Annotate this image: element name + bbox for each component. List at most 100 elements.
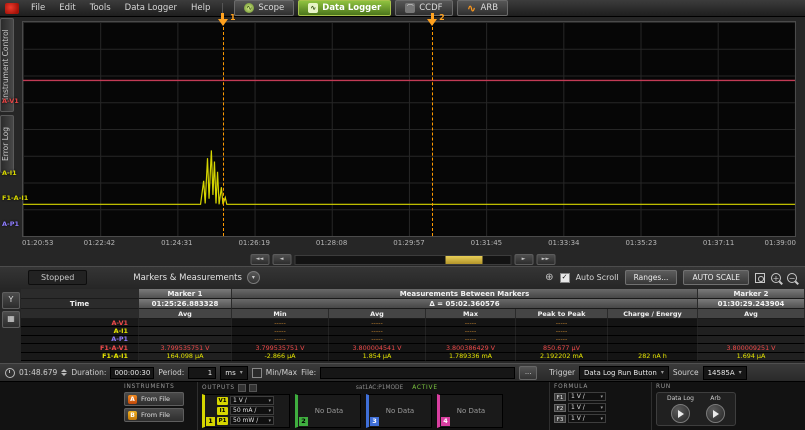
grid-view-button[interactable]: ▦: [2, 311, 20, 328]
zoom-out-button[interactable]: −: [787, 273, 797, 283]
file-input[interactable]: [320, 367, 515, 379]
sidebar-tab-error-log[interactable]: Error Log: [0, 115, 14, 173]
scroll-fast-forward-button[interactable]: ►►: [536, 254, 555, 265]
cell-f1-a-v1-max: 3.800386429 V: [426, 344, 516, 352]
marker-2-flag[interactable]: [427, 13, 437, 26]
auto-scroll-checkbox[interactable]: ✓: [560, 273, 570, 283]
marker2-title: Marker 2: [698, 289, 805, 299]
trace-label-a-v1[interactable]: A-V1: [2, 97, 19, 105]
cell-f1-a-i1-ce: 282 nA h: [608, 353, 698, 361]
channel-1-card[interactable]: 1 V1 1 V / ▾ I1 50 mA / ▾: [202, 394, 290, 428]
f3-range-dropdown[interactable]: 1 V / ▾: [568, 414, 606, 423]
arb-play-button[interactable]: [706, 404, 725, 423]
source-value: 14585A: [708, 369, 735, 377]
row-label-a-p1: A-P1: [21, 336, 139, 344]
formula-section: FORMULA F1 1 V / ▾ F2 1 V / ▾: [550, 382, 652, 430]
zoom-in-button[interactable]: +: [771, 273, 781, 283]
x-axis-label: 01:28:08: [316, 239, 347, 247]
outputs-view-button-1[interactable]: [238, 384, 246, 392]
cell-f1-a-v1-min: 3.799535751 V: [232, 344, 329, 352]
from-file-a-button[interactable]: A From File: [124, 392, 184, 406]
ranges-button[interactable]: Ranges...: [625, 270, 678, 285]
trace-label-a-p1[interactable]: A-P1: [2, 220, 19, 228]
menu-item-edit[interactable]: Edit: [52, 3, 82, 13]
scroll-thumb[interactable]: [446, 256, 483, 264]
x-axis-label: 01:29:57: [393, 239, 424, 247]
cell-f1-a-v1-pp: 850.677 µV: [516, 344, 608, 352]
channel-4-status: No Data: [457, 407, 485, 415]
period-unit-dropdown[interactable]: ms ▾: [220, 366, 247, 380]
f2-range-dropdown[interactable]: 1 V / ▾: [568, 403, 606, 412]
datalog-play-button[interactable]: [671, 404, 690, 423]
scroll-back-button[interactable]: ◄: [272, 254, 291, 265]
row-label-a-v1: A-V1: [21, 319, 139, 327]
x-axis-label: 01:22:42: [84, 239, 115, 247]
scroll-forward-button[interactable]: ►: [514, 254, 533, 265]
channel-2-card[interactable]: 2 No Data: [295, 394, 361, 428]
clock-icon: [5, 368, 15, 378]
max-header: Max: [426, 309, 516, 319]
panel-selector-dropdown-button[interactable]: ▾: [247, 271, 260, 284]
minmax-checkbox[interactable]: [252, 368, 262, 378]
channel-1-badge: 1: [206, 417, 215, 426]
i1-range-dropdown[interactable]: 50 mA / ▾: [230, 406, 274, 415]
marker-2-flag-head: [427, 19, 437, 26]
marker-2-line[interactable]: [432, 22, 433, 236]
waveform-chart[interactable]: 1 2: [22, 21, 796, 237]
scroll-track[interactable]: [294, 255, 511, 265]
status-row: Stopped Markers & Measurements ▾ ⊕ ✓ Aut…: [0, 266, 805, 288]
f1-badge: F1: [554, 393, 566, 401]
cell-f1-a-i1-max: 1.789336 mA: [426, 353, 516, 361]
duration-label: Duration:: [71, 368, 106, 377]
instrument-b-badge: B: [128, 411, 137, 420]
browse-button[interactable]: ...: [519, 366, 537, 380]
x-axis-label: 01:20:53: [22, 239, 53, 247]
from-file-b-button[interactable]: B From File: [124, 408, 184, 422]
peak-to-peak-header: Peak to Peak: [516, 309, 608, 319]
min-header: Min: [232, 309, 329, 319]
scroll-fast-back-button[interactable]: ◄◄: [250, 254, 269, 265]
f1-range-dropdown[interactable]: 1 V / ▾: [568, 392, 606, 401]
zoom-select-button[interactable]: [755, 273, 765, 283]
channel-3-card[interactable]: 3 No Data: [366, 394, 432, 428]
pan-icon[interactable]: ⊕: [545, 273, 553, 283]
trigger-value: Data Log Run Button: [584, 369, 657, 377]
chevron-down-icon: ▾: [739, 369, 742, 376]
tab-arb[interactable]: ∿ ARB: [457, 0, 509, 16]
auto-scale-button[interactable]: AUTO SCALE: [683, 270, 749, 285]
menu-item-help[interactable]: Help: [184, 3, 217, 13]
marker-2-number: 2: [439, 13, 445, 22]
time-stepper[interactable]: [61, 369, 67, 376]
cell-a-p1-max: -----: [426, 336, 516, 344]
x-axis-label: 01:24:31: [161, 239, 192, 247]
source-dropdown[interactable]: 14585A ▾: [703, 366, 747, 380]
marker-1-flag[interactable]: [218, 13, 228, 26]
menu-item-file[interactable]: File: [24, 3, 52, 13]
marker-1-flag-head: [218, 19, 228, 26]
duration-value[interactable]: 000:00:30: [110, 367, 154, 379]
status-badge: Stopped: [28, 270, 87, 285]
cell-a-v1-avg: -----: [329, 319, 426, 327]
f1-range-value: 1 V /: [571, 393, 585, 400]
tab-scope[interactable]: ∿ Scope: [234, 0, 294, 16]
from-file-b-label: From File: [141, 411, 170, 419]
outputs-header: OUTPUTS: [202, 385, 235, 391]
menu-item-data-logger[interactable]: Data Logger: [118, 3, 184, 13]
play-icon: [678, 410, 684, 418]
v1-range-dropdown[interactable]: 1 V / ▾: [230, 396, 274, 405]
trace-label-a-i1[interactable]: A-I1: [2, 169, 17, 177]
period-input[interactable]: [188, 367, 216, 379]
menu-separator: [222, 3, 223, 14]
marker-1-line[interactable]: [223, 22, 224, 236]
tab-data-logger[interactable]: ∿ Data Logger: [298, 0, 391, 16]
menu-item-tools[interactable]: Tools: [83, 3, 118, 13]
trigger-dropdown[interactable]: Data Log Run Button ▾: [579, 366, 669, 380]
chevron-down-icon: ▾: [600, 405, 603, 411]
row-label-f1-a-v1: F1-A-V1: [21, 344, 139, 352]
outputs-view-button-2[interactable]: [249, 384, 257, 392]
trace-label-f1-a-i1[interactable]: F1-A-I1: [2, 194, 28, 202]
channel-4-card[interactable]: 4 No Data: [437, 394, 503, 428]
tab-data-logger-label: Data Logger: [322, 3, 381, 13]
p1-range-dropdown[interactable]: 50 mW / ▾: [230, 416, 274, 425]
markers-view-button[interactable]: Y: [2, 292, 20, 309]
